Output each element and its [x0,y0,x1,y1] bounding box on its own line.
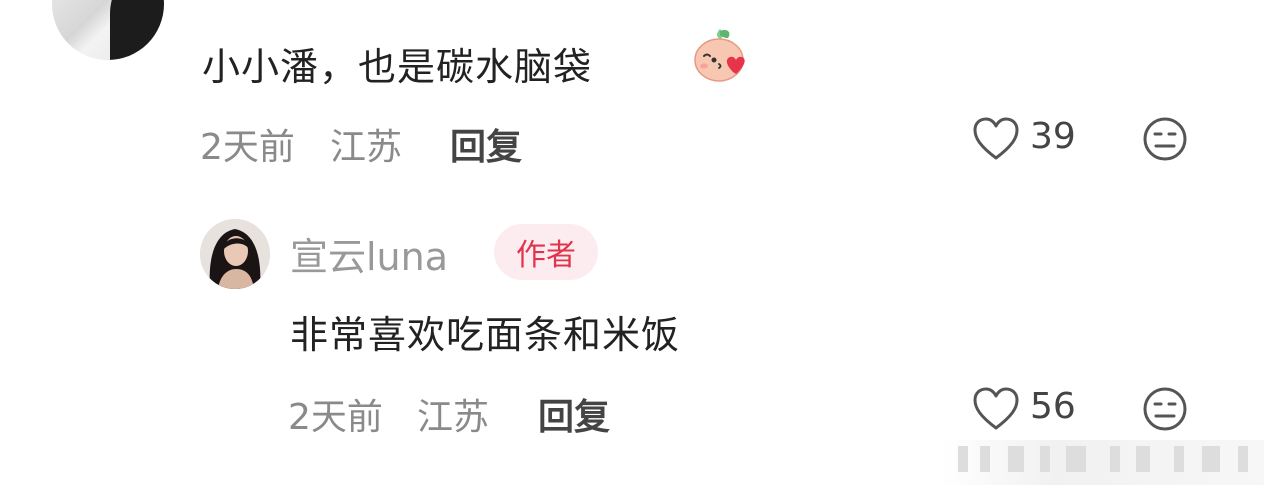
comment-reply-label: 回复 [450,127,523,168]
comment-like-button[interactable] [972,116,1020,162]
comment-text: 小小潘，也是碳水脑袋 [202,36,592,91]
comment-reply-button[interactable]: 回复 [450,118,522,170]
author-username-text: 宣云luna [290,235,449,279]
author-badge-text: 作者 [516,238,576,273]
reply-like-count: 56 [1030,386,1076,427]
meh-face-icon [1143,117,1187,161]
reply-dislike-button[interactable] [1141,385,1189,433]
comment-dislike-button[interactable] [1141,115,1189,163]
comment-location-value: 江苏 [330,127,403,168]
comment-time: 2天前 [200,118,295,170]
reply-reply-label: 回复 [538,397,611,438]
comment-like-count: 39 [1030,116,1076,157]
heart-outline-icon [973,117,1019,160]
comment-text-content: 小小潘，也是碳水脑袋 [202,45,593,89]
watermark-strip [940,440,1264,485]
comment-time-value: 2天前 [200,127,295,168]
heart-outline-icon [973,387,1019,430]
reply-like-count-value: 56 [1030,386,1076,427]
reply-time: 2天前 [288,388,383,440]
author-username[interactable]: 宣云luna [290,226,448,281]
commenter-avatar[interactable] [52,0,164,60]
author-avatar[interactable] [200,219,270,289]
reply-reply-button[interactable]: 回复 [538,388,610,440]
reply-text: 非常喜欢吃面条和米饭 [290,304,680,359]
meh-face-icon [1143,387,1187,431]
reply-text-content: 非常喜欢吃面条和米饭 [290,313,681,357]
reply-like-button[interactable] [972,386,1020,432]
comment-like-count-value: 39 [1030,116,1076,157]
author-avatar-image [200,219,270,289]
author-badge: 作者 [494,224,598,280]
avatar-figure [110,0,164,60]
reply-time-value: 2天前 [288,397,383,438]
comment-location: 江苏 [330,118,402,170]
kiss-heart-emoji-icon [694,29,745,82]
reply-location-value: 江苏 [417,397,490,438]
reply-location: 江苏 [417,388,489,440]
